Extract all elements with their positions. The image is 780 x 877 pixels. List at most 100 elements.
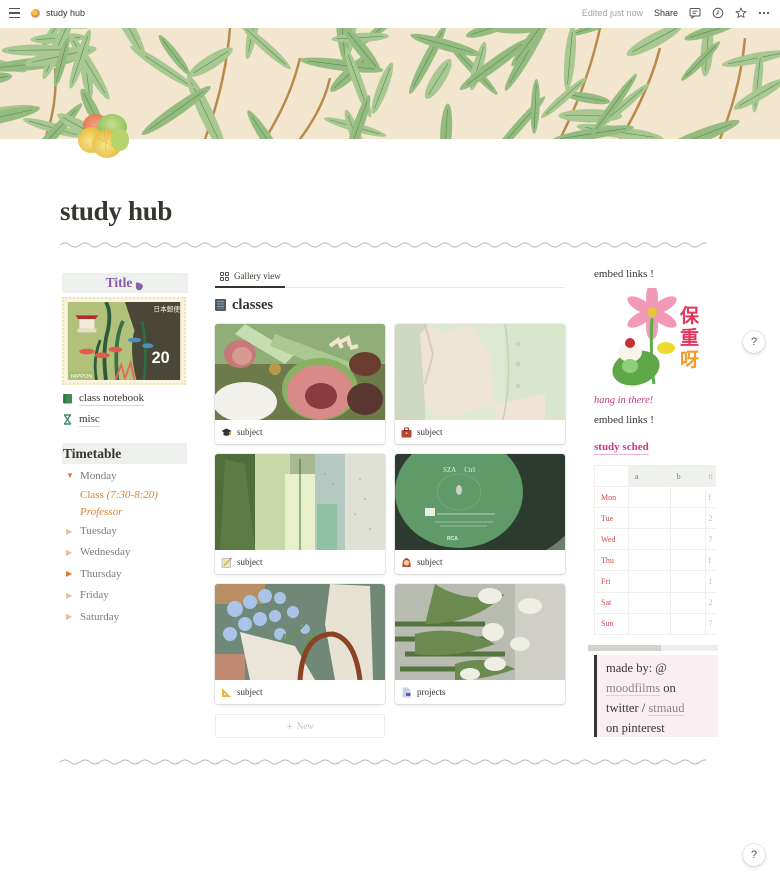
breadcrumb[interactable]: study hub [31, 8, 85, 18]
cover-stem [263, 57, 302, 139]
row-day-cell[interactable]: Thu [594, 549, 629, 572]
toggle-monday[interactable]: ▼ Monday [62, 465, 188, 486]
database-title[interactable]: classes [215, 296, 565, 314]
japan-stamp-image[interactable]: 日本郵便 20 NIPPON [62, 297, 186, 385]
toggle-friday[interactable]: ▶ Friday [62, 585, 188, 606]
toggle-saturday[interactable]: ▶ Saturday [62, 606, 188, 627]
moodfilms-link[interactable]: moodfilms [606, 681, 661, 696]
column-header[interactable]: ti [705, 464, 716, 488]
gallery-card[interactable]: subject [395, 324, 565, 444]
table-cell[interactable]: f [705, 549, 716, 572]
white-tulips-photo [395, 584, 565, 680]
share-button[interactable]: Share [654, 8, 678, 18]
card-footer: projects [395, 680, 565, 704]
sidebar-toggle-icon[interactable] [9, 8, 20, 18]
table-cell[interactable]: 2 [705, 507, 716, 530]
clock-icon[interactable] [712, 7, 724, 19]
row-day-cell[interactable]: Mon [594, 486, 629, 509]
table-cell[interactable] [627, 528, 671, 551]
table-cell[interactable] [669, 507, 707, 530]
cover-leaf [0, 72, 13, 86]
toggle-closed-icon[interactable]: ▶ [62, 527, 80, 536]
page-icon[interactable] [76, 108, 132, 160]
table-cell[interactable] [669, 570, 707, 593]
row-day-cell[interactable]: Tue [594, 507, 629, 530]
document-icon [401, 687, 412, 698]
cover-leaf [247, 110, 288, 139]
day-label: Friday [80, 589, 109, 602]
help-button[interactable]: ? [743, 331, 765, 353]
scrollbar-thumb[interactable] [588, 645, 661, 651]
row-day-cell[interactable]: Fri [594, 570, 629, 593]
toggle-closed-icon[interactable]: ▶ [62, 591, 80, 600]
gallery-card[interactable]: subject [215, 454, 385, 574]
misc-link[interactable]: misc [62, 412, 188, 427]
table-cell[interactable] [669, 612, 707, 635]
stmaud-link[interactable]: stmaud [648, 701, 685, 716]
card-title: subject [237, 557, 263, 567]
breadcrumb-page[interactable]: study hub [46, 8, 85, 18]
toggle-closed-icon[interactable]: ▶ [62, 612, 80, 621]
notebook-icon [215, 299, 226, 311]
toggle-wednesday[interactable]: ▶ Wednesday [62, 542, 188, 563]
memo-icon [221, 557, 232, 568]
sticker-char: 呀 [680, 349, 699, 371]
hello-kitty-flower-sticker[interactable]: 保 重 呀 [604, 284, 728, 390]
help-button[interactable]: ? [743, 844, 765, 866]
day-label: Saturday [80, 610, 120, 623]
toggle-closed-icon[interactable]: ▶ [62, 569, 80, 578]
gallery-card[interactable]: projects [395, 584, 565, 704]
table-cell[interactable] [669, 549, 707, 572]
table-cell[interactable] [669, 591, 707, 614]
study-sched-link[interactable]: study sched [594, 440, 649, 455]
card-title: projects [417, 687, 446, 697]
more-icon[interactable] [758, 7, 770, 19]
day-label: Thursday [80, 567, 122, 580]
wagashi-sweet-icon [78, 114, 129, 158]
table-cell[interactable] [627, 570, 671, 593]
table-cell[interactable] [669, 528, 707, 551]
table-cell[interactable] [627, 612, 671, 635]
gallery-card[interactable]: subject [215, 584, 385, 704]
card-footer: subject [395, 550, 565, 574]
toggle-tuesday[interactable]: ▶ Tuesday [62, 520, 188, 541]
table-cell[interactable] [627, 591, 671, 614]
table-row: Fri 1 [594, 570, 716, 593]
tab-gallery-view[interactable]: Gallery view [215, 266, 285, 288]
column-header[interactable]: b [669, 464, 707, 488]
new-card-button[interactable]: + New [215, 714, 385, 738]
table-cell[interactable]: f [705, 486, 716, 509]
column-header[interactable] [594, 464, 629, 488]
stamp-value: 20 [152, 349, 170, 367]
comment-icon[interactable] [689, 7, 701, 19]
left-column: Title 日本郵便 20 NIPPON class notebook misc [62, 273, 188, 427]
row-day-cell[interactable]: Sun [594, 612, 629, 635]
table-horizontal-scrollbar[interactable] [588, 645, 718, 651]
table-cell[interactable] [669, 486, 707, 509]
gallery-card[interactable]: subject [215, 324, 385, 444]
toggle-closed-icon[interactable]: ▶ [62, 548, 80, 557]
table-cell[interactable] [627, 486, 671, 509]
table-cell[interactable] [627, 507, 671, 530]
table-cell[interactable]: 1 [705, 570, 716, 593]
column-header[interactable]: a [627, 464, 671, 488]
timetable-heading: Timetable [62, 443, 187, 464]
table-cell[interactable]: 2 [705, 591, 716, 614]
topbar: study hub Edited just now Share [0, 0, 780, 28]
gallery-card[interactable]: SZA Ctrl RCA subject [395, 454, 565, 574]
toggle-open-icon[interactable]: ▼ [62, 471, 80, 480]
class-notebook-link[interactable]: class notebook [62, 391, 188, 406]
row-day-cell[interactable]: Sat [594, 591, 629, 614]
misc-label: misc [79, 412, 100, 427]
tab-label: Gallery view [234, 271, 281, 281]
plus-icon: + [286, 718, 293, 733]
table-cell[interactable]: 7 [705, 528, 716, 551]
cover-leaf [659, 119, 740, 139]
table-cell[interactable]: 7 [705, 612, 716, 635]
page-title[interactable]: study hub [60, 196, 172, 227]
toggle-thursday[interactable]: ▶ Thursday [62, 563, 188, 584]
table-cell[interactable] [627, 549, 671, 572]
row-day-cell[interactable]: Wed [594, 528, 629, 551]
timetable-list: ▼ Monday Class (7:30-8:20) Professor ▶ T… [62, 465, 188, 627]
star-icon[interactable] [735, 7, 747, 19]
